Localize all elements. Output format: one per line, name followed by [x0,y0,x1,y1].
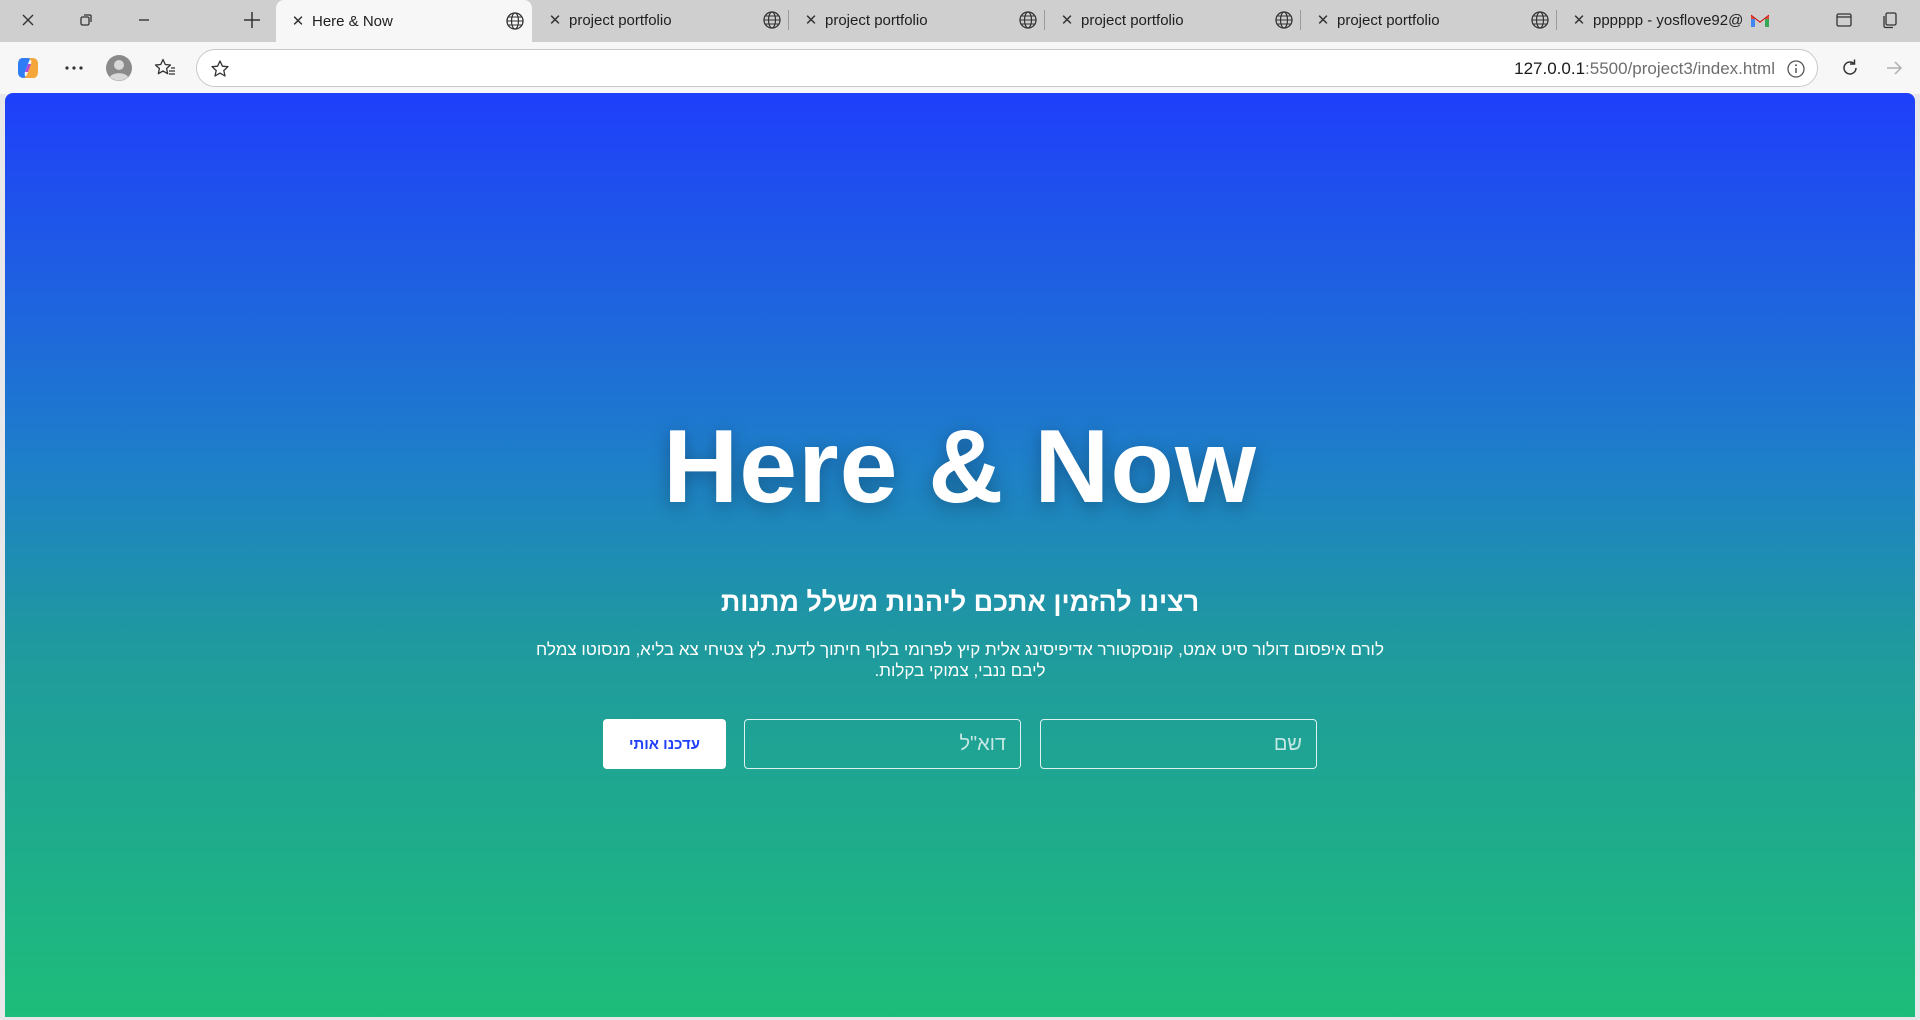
tab-close-icon[interactable]: ✕ [1053,11,1081,29]
gmail-icon [1743,12,1777,28]
globe-icon [1267,10,1301,30]
tab-strip: ✕ Here & Now ✕ project portfolio ✕ proje… [0,0,1920,42]
new-tab-icon[interactable] [224,0,280,40]
site-info-icon[interactable] [1785,58,1807,80]
tab-project-portfolio[interactable]: ✕ project portfolio [533,0,789,40]
tab-project-portfolio[interactable]: ✕ project portfolio [1045,0,1301,40]
signup-form: עדכנו אותי [5,719,1915,769]
tab-title: project portfolio [825,11,928,29]
tab-gmail[interactable]: ✕ pppppp - yosflove92@gma [1557,0,1777,40]
tab-close-icon[interactable]: ✕ [541,11,569,29]
tab-title: pppppp - yosflove92@gma [1593,11,1743,29]
hero-description: לורם איפסום דולור סיט אמט, קונסקטורר אדי… [536,640,1384,680]
profile-avatar-icon[interactable] [101,50,137,86]
address-bar[interactable]: 127.0.0.1:5500/project3/index.html [196,49,1818,87]
tab-title: Here & Now [312,12,393,30]
tab-close-icon[interactable]: ✕ [1309,11,1337,29]
add-favorite-star-icon[interactable] [209,58,231,80]
hero-title: Here & Now [663,409,1257,525]
tab-close-icon[interactable]: ✕ [1565,11,1593,29]
globe-icon [498,11,532,31]
tab-actions-icon[interactable] [58,0,114,40]
close-window-icon[interactable] [0,0,56,40]
url-host: 127.0.0.1 [1514,59,1586,78]
page-viewport: Here & Now רצינו להזמין אתכם ליהנות משלל… [5,93,1915,1017]
refresh-icon[interactable] [1832,50,1868,86]
url-text[interactable]: 127.0.0.1:5500/project3/index.html [1514,59,1775,79]
browser-toolbar: 127.0.0.1:5500/project3/index.html [0,42,1920,94]
tab-title: project portfolio [569,11,672,29]
globe-icon [1523,10,1557,30]
tab-title: project portfolio [1081,11,1184,29]
url-path: :5500/project3/index.html [1585,59,1775,78]
tab-close-icon[interactable]: ✕ [284,12,312,30]
tab-title: project portfolio [1337,11,1440,29]
copilot-icon[interactable] [10,50,46,86]
forward-arrow-icon[interactable] [1876,50,1912,86]
tab-here-and-now[interactable]: ✕ Here & Now [276,0,532,42]
email-input[interactable] [744,719,1021,769]
tab-project-portfolio[interactable]: ✕ project portfolio [789,0,1045,40]
globe-icon [1011,10,1045,30]
more-options-icon[interactable] [56,50,92,86]
collections-icon[interactable] [1862,0,1918,40]
tab-close-icon[interactable]: ✕ [797,11,825,29]
globe-icon [755,10,789,30]
favorites-icon[interactable] [147,50,183,86]
name-input[interactable] [1040,719,1317,769]
minimize-icon[interactable] [116,0,172,40]
notify-me-button[interactable]: עדכנו אותי [603,719,726,769]
hero-subtitle: רצינו להזמין אתכם ליהנות משלל מתנות [720,587,1200,617]
tab-project-portfolio[interactable]: ✕ project portfolio [1301,0,1557,40]
